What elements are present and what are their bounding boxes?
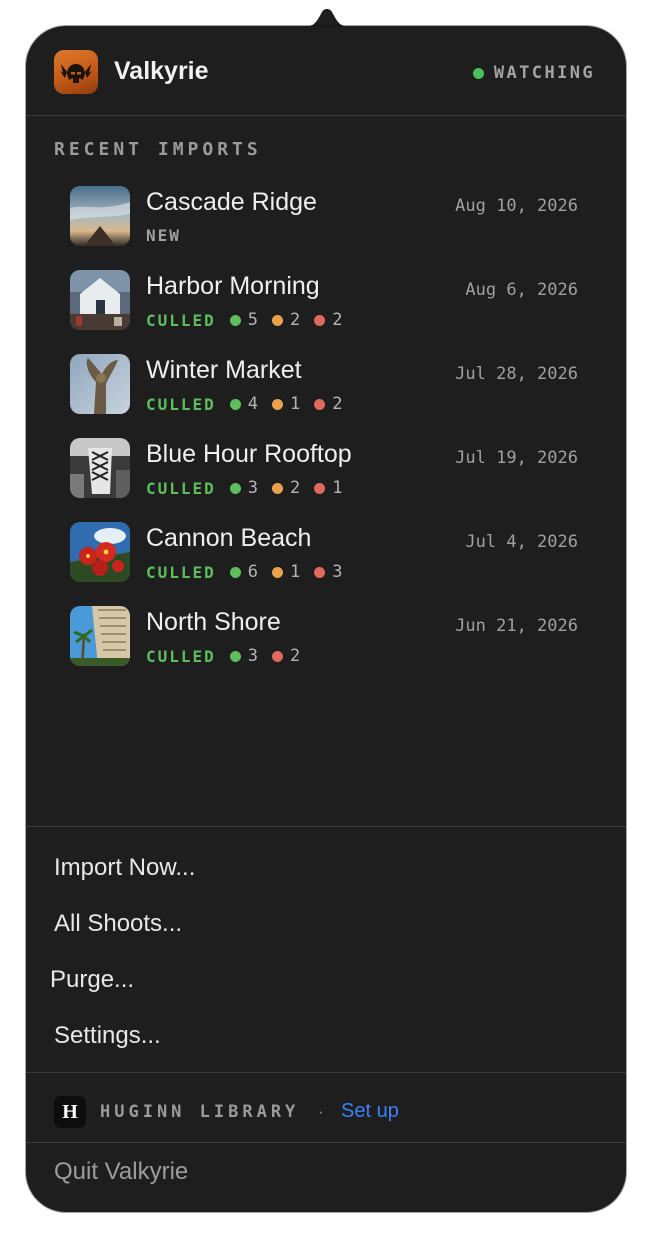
all-shoots-menu-item[interactable]: All Shoots... xyxy=(54,910,182,938)
divider xyxy=(26,1142,626,1143)
recent-imports-heading: RECENT IMPORTS xyxy=(54,139,262,160)
culled-badge: CULLED xyxy=(146,562,216,582)
import-date: Aug 6, 2026 xyxy=(465,280,578,300)
status-label: WATCHING xyxy=(493,63,595,83)
status-dot-icon xyxy=(472,67,484,79)
import-title: Cannon Beach xyxy=(146,524,312,552)
valkyrie-helmet-icon xyxy=(54,50,98,94)
reject-dot-icon xyxy=(314,398,326,410)
thumbnail-image xyxy=(70,354,130,414)
import-row[interactable]: North Shore Jun 21, 2026 CULLED 3 2 xyxy=(70,604,590,666)
import-meta: CULLED 3 2 1 xyxy=(146,478,357,498)
maybe-count: 2 xyxy=(272,310,300,330)
culled-badge: CULLED xyxy=(146,310,216,330)
settings-menu-item[interactable]: Settings... xyxy=(54,1022,161,1050)
import-date: Jul 19, 2026 xyxy=(455,448,578,468)
purge-menu-item[interactable]: Purge... xyxy=(50,966,134,994)
keep-dot-icon xyxy=(229,314,241,326)
maybe-count: 1 xyxy=(272,562,300,582)
import-title: Blue Hour Rooftop xyxy=(146,440,352,468)
maybe-dot-icon xyxy=(272,398,284,410)
import-row[interactable]: Cascade Ridge Aug 10, 2026 NEW xyxy=(70,184,590,246)
culled-badge: CULLED xyxy=(146,394,216,414)
keep-dot-icon xyxy=(229,398,241,410)
maybe-dot-icon xyxy=(272,482,284,494)
keep-count: 3 xyxy=(229,478,258,498)
import-now-menu-item[interactable]: Import Now... xyxy=(54,854,195,882)
reject-dot-icon xyxy=(314,314,326,326)
import-row[interactable]: Harbor Morning Aug 6, 2026 CULLED 5 2 2 xyxy=(70,268,590,330)
culled-badge: CULLED xyxy=(146,646,216,666)
import-row[interactable]: Winter Market Jul 28, 2026 CULLED 4 1 2 xyxy=(70,352,590,414)
huginn-setup-link[interactable]: Set up xyxy=(341,1100,399,1123)
reject-count: 2 xyxy=(272,646,300,666)
import-meta: CULLED 3 2 xyxy=(146,646,314,666)
maybe-count: 1 xyxy=(272,394,300,414)
import-row[interactable]: Cannon Beach Jul 4, 2026 CULLED 6 1 3 xyxy=(70,520,590,582)
huginn-library-label: HUGINN LIBRARY xyxy=(100,1102,300,1122)
reject-count: 2 xyxy=(314,394,343,414)
popover-header: Valkyrie WATCHING xyxy=(26,26,626,116)
keep-count: 3 xyxy=(229,646,258,666)
keep-dot-icon xyxy=(229,650,241,662)
reject-count: 3 xyxy=(314,562,343,582)
maybe-count: 2 xyxy=(272,478,300,498)
keep-count: 6 xyxy=(229,562,258,582)
import-date: Jun 21, 2026 xyxy=(455,616,578,636)
import-meta: NEW xyxy=(146,226,195,245)
import-title: Winter Market xyxy=(146,356,302,384)
keep-count: 4 xyxy=(229,394,258,414)
thumbnail-image xyxy=(70,522,130,582)
import-date: Jul 4, 2026 xyxy=(465,532,578,552)
reject-dot-icon xyxy=(314,566,326,578)
import-meta: CULLED 6 1 3 xyxy=(146,562,357,582)
culled-badge: CULLED xyxy=(146,478,216,498)
divider xyxy=(26,826,626,827)
import-row[interactable]: Blue Hour Rooftop Jul 19, 2026 CULLED 3 … xyxy=(70,436,590,498)
new-badge: NEW xyxy=(146,226,181,245)
reject-dot-icon xyxy=(314,482,326,494)
reject-count: 1 xyxy=(314,478,343,498)
keep-dot-icon xyxy=(229,482,241,494)
maybe-dot-icon xyxy=(272,566,284,578)
reject-count: 2 xyxy=(314,310,343,330)
import-title: Harbor Morning xyxy=(146,272,320,300)
separator-dot: · xyxy=(318,1102,324,1121)
keep-dot-icon xyxy=(229,566,241,578)
thumbnail-image xyxy=(70,186,130,246)
import-meta: CULLED 5 2 2 xyxy=(146,310,357,330)
import-meta: CULLED 4 1 2 xyxy=(146,394,357,414)
thumbnail-image xyxy=(70,438,130,498)
huginn-logo-icon: H xyxy=(54,1096,86,1128)
quit-menu-item[interactable]: Quit Valkyrie xyxy=(54,1158,188,1186)
maybe-dot-icon xyxy=(272,314,284,326)
thumbnail-image xyxy=(70,606,130,666)
import-title: Cascade Ridge xyxy=(146,188,317,216)
menu-bar-popover: Valkyrie WATCHING RECENT IMPORTS Cascade… xyxy=(26,26,626,1212)
watching-status: WATCHING xyxy=(472,63,595,83)
popover-arrow xyxy=(302,9,352,27)
keep-count: 5 xyxy=(229,310,258,330)
thumbnail-image xyxy=(70,270,130,330)
import-date: Aug 10, 2026 xyxy=(455,196,578,216)
app-title: Valkyrie xyxy=(114,57,209,85)
divider xyxy=(26,1072,626,1073)
import-date: Jul 28, 2026 xyxy=(455,364,578,384)
reject-dot-icon xyxy=(272,650,284,662)
import-title: North Shore xyxy=(146,608,281,636)
